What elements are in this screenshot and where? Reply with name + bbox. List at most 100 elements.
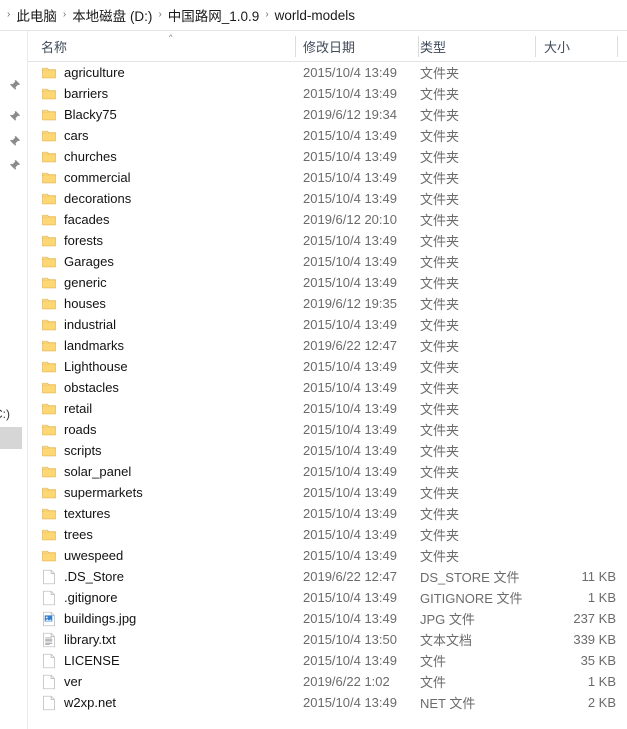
navigation-pane[interactable]: C:) bbox=[0, 31, 28, 729]
chevron-right-icon[interactable]: › bbox=[260, 10, 273, 20]
file-name-cell[interactable]: industrial bbox=[41, 314, 116, 335]
folder-icon bbox=[42, 67, 56, 78]
column-resize-handle-size[interactable] bbox=[617, 36, 618, 57]
file-row[interactable]: supermarkets 2015/10/4 13:49 文件夹 bbox=[28, 482, 627, 503]
file-name-cell[interactable]: barriers bbox=[41, 83, 108, 104]
nav-item-clipped-label: C:) bbox=[0, 407, 10, 421]
file-type-cell: 文件夹 bbox=[420, 318, 460, 333]
column-resize-handle-name[interactable] bbox=[295, 36, 296, 57]
file-name-cell[interactable]: cars bbox=[41, 125, 89, 146]
file-name-cell[interactable]: LICENSE bbox=[41, 650, 120, 671]
file-row[interactable]: retail 2015/10/4 13:49 文件夹 bbox=[28, 398, 627, 419]
column-resize-handle-date[interactable] bbox=[418, 36, 419, 57]
file-row[interactable]: library.txt 2015/10/4 13:50 文本文档 339 KB bbox=[28, 629, 627, 650]
file-name-label: Lighthouse bbox=[64, 359, 128, 374]
file-row[interactable]: industrial 2015/10/4 13:49 文件夹 bbox=[28, 314, 627, 335]
file-row[interactable]: cars 2015/10/4 13:49 文件夹 bbox=[28, 125, 627, 146]
file-name-cell[interactable]: supermarkets bbox=[41, 482, 143, 503]
address-bar[interactable]: › 此电脑 › 本地磁盘 (D:) › 中国路网_1.0.9 › world-m… bbox=[0, 0, 627, 31]
file-row[interactable]: textures 2015/10/4 13:49 文件夹 bbox=[28, 503, 627, 524]
pushpin-icon[interactable] bbox=[8, 110, 21, 123]
file-list[interactable]: agriculture 2015/10/4 13:49 文件夹 barriers 201… bbox=[28, 62, 627, 729]
file-row[interactable]: roads 2015/10/4 13:49 文件夹 bbox=[28, 419, 627, 440]
file-size-cell bbox=[508, 167, 616, 188]
file-name-cell[interactable]: .DS_Store bbox=[41, 566, 124, 587]
file-name-cell[interactable]: houses bbox=[41, 293, 106, 314]
file-name-cell[interactable]: obstacles bbox=[41, 377, 119, 398]
file-name-cell[interactable]: ver bbox=[41, 671, 82, 692]
file-name-cell[interactable]: library.txt bbox=[41, 629, 116, 650]
file-row[interactable]: generic 2015/10/4 13:49 文件夹 bbox=[28, 272, 627, 293]
file-row[interactable]: obstacles 2015/10/4 13:49 文件夹 bbox=[28, 377, 627, 398]
breadcrumb-item-this-pc[interactable]: 此电脑 bbox=[15, 3, 58, 27]
column-resize-handle-type[interactable] bbox=[535, 36, 536, 57]
file-row[interactable]: .DS_Store 2019/6/22 12:47 DS_STORE 文件 11 KB bbox=[28, 566, 627, 587]
file-row[interactable]: agriculture 2015/10/4 13:49 文件夹 bbox=[28, 62, 627, 83]
folder-icon bbox=[42, 382, 56, 393]
file-row[interactable]: Lighthouse 2015/10/4 13:49 文件夹 bbox=[28, 356, 627, 377]
file-row[interactable]: houses 2019/6/12 19:35 文件夹 bbox=[28, 293, 627, 314]
file-name-cell[interactable]: w2xp.net bbox=[41, 692, 116, 713]
file-row[interactable]: barriers 2015/10/4 13:49 文件夹 bbox=[28, 83, 627, 104]
file-name-cell[interactable]: forests bbox=[41, 230, 103, 251]
file-size-cell bbox=[508, 104, 616, 125]
file-name-cell[interactable]: Lighthouse bbox=[41, 356, 128, 377]
file-name-label: ver bbox=[64, 674, 83, 689]
file-row[interactable]: commercial 2015/10/4 13:49 文件夹 bbox=[28, 167, 627, 188]
file-name-cell[interactable]: uwespeed bbox=[41, 545, 123, 566]
column-header-size[interactable]: 大小 bbox=[544, 31, 617, 62]
file-row[interactable]: LICENSE 2015/10/4 13:49 文件 35 KB bbox=[28, 650, 627, 671]
file-name-cell[interactable]: roads bbox=[41, 419, 97, 440]
nav-item-selected[interactable] bbox=[0, 427, 22, 449]
file-name-cell[interactable]: trees bbox=[41, 524, 93, 545]
file-row[interactable]: ver 2019/6/22 1:02 文件 1 KB bbox=[28, 671, 627, 692]
column-header-type[interactable]: 类型 bbox=[420, 31, 535, 62]
file-row[interactable]: w2xp.net 2015/10/4 13:49 NET 文件 2 KB bbox=[28, 692, 627, 713]
file-name-cell[interactable]: solar_panel bbox=[41, 461, 131, 482]
pushpin-icon[interactable] bbox=[8, 159, 21, 172]
breadcrumb-item-local-disk-d[interactable]: 本地磁盘 (D:) bbox=[71, 3, 153, 27]
file-image-icon bbox=[43, 611, 55, 626]
breadcrumb-item-project[interactable]: 中国路网_1.0.9 bbox=[167, 3, 261, 27]
file-name-label: w2xp.net bbox=[64, 695, 117, 710]
file-name-cell[interactable]: churches bbox=[41, 146, 117, 167]
file-name-cell[interactable]: retail bbox=[41, 398, 92, 419]
chevron-right-icon[interactable]: › bbox=[58, 10, 71, 20]
file-row[interactable]: Garages 2015/10/4 13:49 文件夹 bbox=[28, 251, 627, 272]
file-type-cell: 文件夹 bbox=[420, 108, 460, 123]
file-name-cell[interactable]: textures bbox=[41, 503, 110, 524]
file-name-cell[interactable]: commercial bbox=[41, 167, 130, 188]
file-row[interactable]: decorations 2015/10/4 13:49 文件夹 bbox=[28, 188, 627, 209]
file-name-cell[interactable]: scripts bbox=[41, 440, 102, 461]
file-name-cell[interactable]: decorations bbox=[41, 188, 131, 209]
folder-icon bbox=[42, 109, 56, 120]
file-row[interactable]: buildings.jpg 2015/10/4 13:49 JPG 文件 237 KB bbox=[28, 608, 627, 629]
file-row[interactable]: trees 2015/10/4 13:49 文件夹 bbox=[28, 524, 627, 545]
breadcrumb-item-world-models[interactable]: world-models bbox=[274, 6, 356, 25]
file-row[interactable]: uwespeed 2015/10/4 13:49 文件夹 bbox=[28, 545, 627, 566]
pushpin-icon[interactable] bbox=[8, 79, 21, 92]
file-row[interactable]: forests 2015/10/4 13:49 文件夹 bbox=[28, 230, 627, 251]
chevron-right-icon[interactable]: › bbox=[153, 10, 166, 20]
file-name-cell[interactable]: buildings.jpg bbox=[41, 608, 136, 629]
file-row[interactable]: .gitignore 2015/10/4 13:49 GITIGNORE 文件 1 K… bbox=[28, 587, 627, 608]
file-row[interactable]: solar_panel 2015/10/4 13:49 文件夹 bbox=[28, 461, 627, 482]
file-row[interactable]: landmarks 2019/6/22 12:47 文件夹 bbox=[28, 335, 627, 356]
file-name-cell[interactable]: Blacky75 bbox=[41, 104, 117, 125]
column-header-date[interactable]: 修改日期 bbox=[303, 31, 418, 62]
file-date-cell: 2015/10/4 13:49 bbox=[303, 401, 397, 416]
file-row[interactable]: facades 2019/6/12 20:10 文件夹 bbox=[28, 209, 627, 230]
file-name-cell[interactable]: landmarks bbox=[41, 335, 124, 356]
file-row[interactable]: scripts 2015/10/4 13:49 文件夹 bbox=[28, 440, 627, 461]
file-row[interactable]: churches 2015/10/4 13:49 文件夹 bbox=[28, 146, 627, 167]
file-name-cell[interactable]: agriculture bbox=[41, 62, 125, 83]
file-row[interactable]: Blacky75 2019/6/12 19:34 文件夹 bbox=[28, 104, 627, 125]
pushpin-icon[interactable] bbox=[8, 135, 21, 148]
folder-icon bbox=[42, 277, 56, 288]
file-name-cell[interactable]: Garages bbox=[41, 251, 114, 272]
file-name-cell[interactable]: facades bbox=[41, 209, 110, 230]
file-name-cell[interactable]: .gitignore bbox=[41, 587, 117, 608]
file-type-cell: 文件夹 bbox=[420, 465, 460, 480]
file-name-label: houses bbox=[64, 296, 106, 311]
file-name-cell[interactable]: generic bbox=[41, 272, 107, 293]
